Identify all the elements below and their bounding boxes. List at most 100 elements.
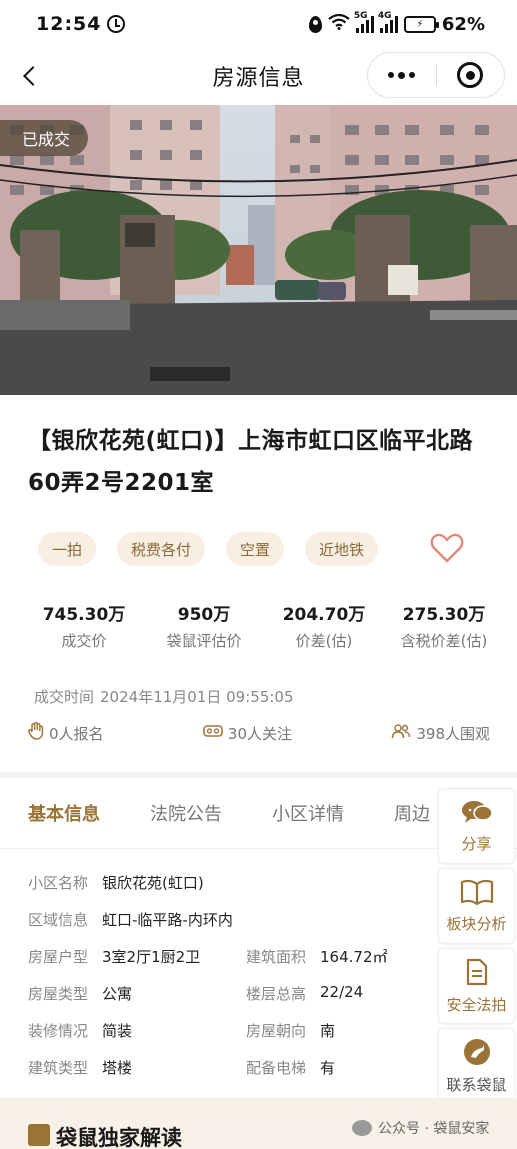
price-stats: 745.30万 成交价 950万 袋鼠评估价 204.70万 价差(估) 275… xyxy=(24,600,504,651)
info-label: 房屋类型 xyxy=(28,985,89,1003)
info-cell: 区域信息 虹口-临平路-内环内 xyxy=(28,909,428,930)
follower-text: 30人关注 xyxy=(227,724,292,743)
info-cell: 房屋朝向 南 xyxy=(246,1020,464,1041)
info-cell: 房屋户型 3室2厅1厨2卫 xyxy=(28,946,246,967)
info-row: 房屋户型 3室2厅1厨2卫 建筑面积 164.72㎡ xyxy=(28,938,488,975)
info-cell: 建筑面积 164.72㎡ xyxy=(246,946,464,967)
info-row: 小区名称 银欣花苑(虹口) xyxy=(28,864,488,901)
info-value: 164.72㎡ xyxy=(320,948,388,966)
info-label: 房屋户型 xyxy=(28,948,89,966)
stat-taxed-gap: 275.30万 含税价差(估) xyxy=(384,600,504,651)
tag: 一拍 xyxy=(38,532,97,566)
nav-bar: 房源信息 xyxy=(0,48,517,104)
contact-kangaroo-label: 联系袋鼠 xyxy=(446,1075,507,1094)
section-divider xyxy=(0,772,517,778)
info-row: 区域信息 虹口-临平路-内环内 xyxy=(28,901,488,938)
location-icon xyxy=(308,15,322,33)
contact-kangaroo-button[interactable]: 联系袋鼠 xyxy=(438,1028,515,1104)
deal-time-label: 成交时间 xyxy=(34,688,95,706)
status-time: 12:54 xyxy=(36,13,102,35)
signal-4g-icon: 4G xyxy=(378,11,398,33)
info-cell: 建筑类型 塔楼 xyxy=(28,1057,246,1078)
safe-auction-label: 安全法拍 xyxy=(446,995,507,1014)
alarm-icon xyxy=(107,15,126,33)
info-cell: 装修情况 简装 xyxy=(28,1020,246,1041)
tab-court-notice[interactable]: 法院公告 xyxy=(150,800,222,826)
signup-text: 0人报名 xyxy=(49,724,104,743)
info-label: 建筑类型 xyxy=(28,1059,89,1077)
info-value: 南 xyxy=(320,1022,336,1040)
chat-bubble-icon xyxy=(461,799,493,829)
watermark: 公众号 · 袋鼠安家 xyxy=(352,1118,489,1138)
info-label: 建筑面积 xyxy=(246,948,307,966)
stat-label: 成交价 xyxy=(61,632,107,650)
tab-surroundings[interactable]: 周边 xyxy=(394,800,430,826)
stat-estimate: 950万 袋鼠评估价 xyxy=(144,600,264,651)
stat-deal-price: 745.30万 成交价 xyxy=(24,600,144,651)
stat-label: 袋鼠评估价 xyxy=(166,632,242,650)
watcher-text: 398人围观 xyxy=(416,724,490,743)
info-row: 建筑类型 塔楼 配备电梯 有 xyxy=(28,1049,488,1086)
stat-value: 275.30万 xyxy=(402,605,486,625)
safe-auction-button[interactable]: 安全法拍 xyxy=(438,948,515,1024)
info-label: 房屋朝向 xyxy=(246,1022,307,1040)
hand-icon xyxy=(28,722,44,744)
exclusive-section-title: 袋鼠独家解读 xyxy=(56,1126,182,1149)
share-button[interactable]: 分享 xyxy=(438,788,515,864)
info-label: 区域信息 xyxy=(28,911,89,929)
sector-analysis-label: 板块分析 xyxy=(446,914,507,933)
status-bar: 12:54 5G 4G ⚡ 62% xyxy=(0,0,517,48)
people-icon xyxy=(391,723,411,743)
info-value: 简装 xyxy=(102,1022,133,1040)
info-value: 塔楼 xyxy=(102,1059,133,1077)
info-label: 配备电梯 xyxy=(246,1059,307,1077)
info-value: 虹口-临平路-内环内 xyxy=(102,911,233,929)
tab-community-details[interactable]: 小区详情 xyxy=(272,800,344,826)
kangaroo-logo-icon xyxy=(463,1038,491,1070)
deal-time: 成交时间 2024年11月01日 09:55:05 xyxy=(28,686,294,707)
info-row: 房屋类型 公寓 楼层总高 22/24 xyxy=(28,975,488,1012)
deal-time-value: 2024年11月01日 09:55:05 xyxy=(100,688,294,706)
kangaroo-badge-icon xyxy=(28,1124,50,1146)
sector-analysis-button[interactable]: 板块分析 xyxy=(438,868,515,944)
signup-count: 0人报名 xyxy=(28,722,104,744)
property-photo[interactable]: 已成交 xyxy=(0,105,517,395)
tag: 空置 xyxy=(226,532,285,566)
vr-glasses-icon xyxy=(203,724,223,742)
info-value: 公寓 xyxy=(102,985,133,1003)
more-icon[interactable] xyxy=(368,71,436,79)
info-value: 有 xyxy=(320,1059,336,1077)
engagement-row: 0人报名 30人关注 398人围观 xyxy=(28,722,490,744)
mini-program-capsule xyxy=(367,52,505,98)
info-cell: 配备电梯 有 xyxy=(246,1057,464,1078)
heart-icon[interactable] xyxy=(430,532,464,564)
info-label: 楼层总高 xyxy=(246,985,307,1003)
info-cell: 房屋类型 公寓 xyxy=(28,983,246,1004)
sold-badge: 已成交 xyxy=(0,120,89,156)
signal-5g-label: 5G xyxy=(353,11,368,21)
tab-basic-info[interactable]: 基本信息 xyxy=(28,800,100,826)
page: 12:54 5G 4G ⚡ 62% 房源信息 已成交 【银欣花苑(虹口)】上海市… xyxy=(0,0,517,1149)
signal-4g-label: 4G xyxy=(377,11,392,21)
tag-list: 一拍 税费各付 空置 近地铁 xyxy=(38,532,379,566)
info-row: 装修情况 简装 房屋朝向 南 xyxy=(28,1012,488,1049)
document-icon xyxy=(465,958,489,990)
tag: 税费各付 xyxy=(117,532,206,566)
info-value: 银欣花苑(虹口) xyxy=(102,874,204,892)
info-cell: 楼层总高 22/24 xyxy=(246,983,464,1004)
back-icon[interactable] xyxy=(16,62,44,90)
close-mini-program-icon[interactable] xyxy=(437,62,505,88)
info-label: 装修情况 xyxy=(28,1022,89,1040)
stat-label: 价差(估) xyxy=(295,632,353,650)
battery-percent: 62% xyxy=(441,13,485,35)
wechat-icon xyxy=(352,1120,372,1136)
page-title: 房源信息 xyxy=(212,66,305,91)
signal-5g-icon: 5G xyxy=(354,11,374,33)
follower-count: 30人关注 xyxy=(203,723,292,744)
battery-icon: ⚡ xyxy=(403,15,439,33)
status-right: 5G 4G ⚡ 62% xyxy=(308,11,485,35)
stat-value: 745.30万 xyxy=(42,605,126,625)
listing-title: 【银欣花苑(虹口)】上海市虹口区临平北路60弄2号2201室 xyxy=(28,428,474,496)
book-icon xyxy=(460,879,494,909)
share-label: 分享 xyxy=(461,834,492,853)
